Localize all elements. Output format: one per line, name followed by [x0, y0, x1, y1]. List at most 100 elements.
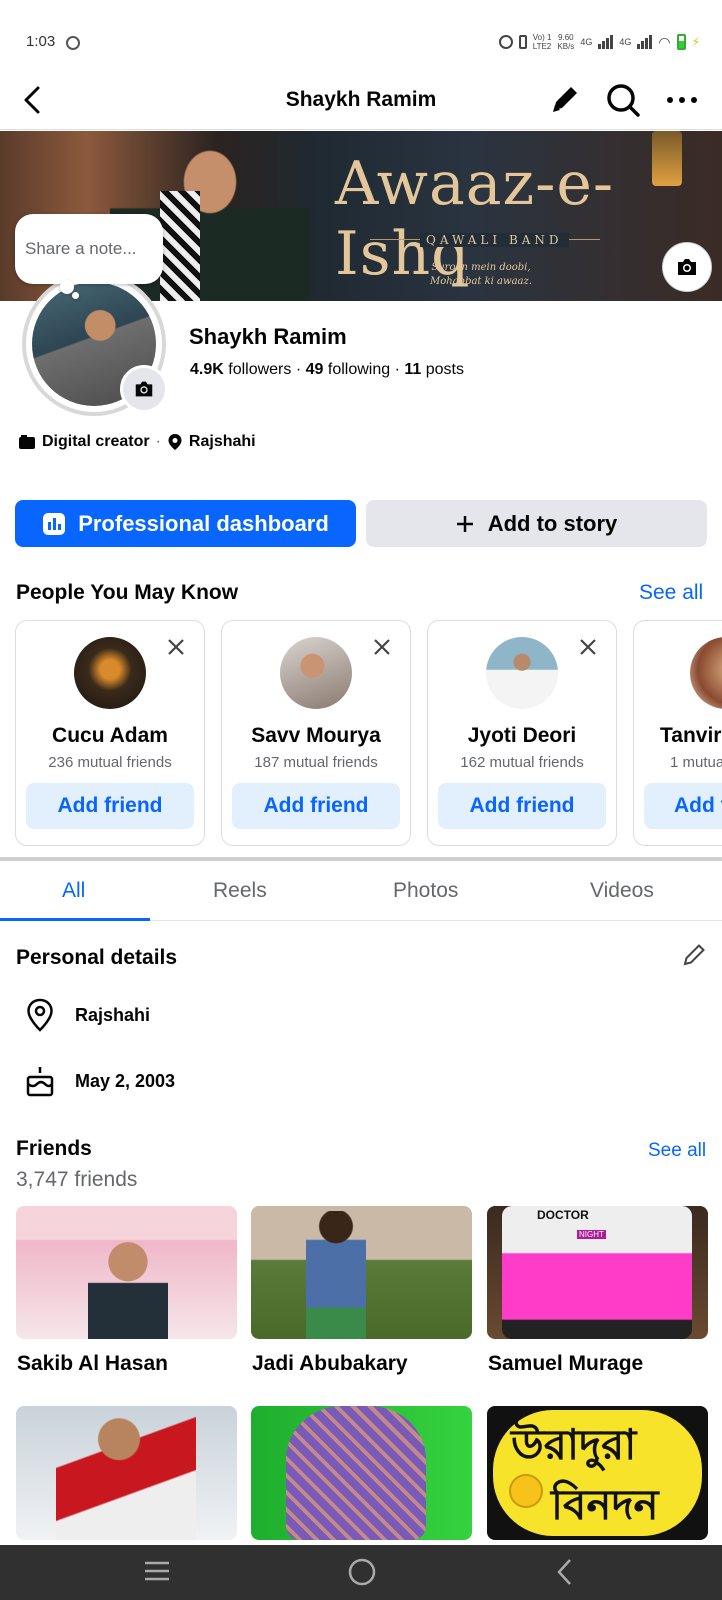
friend-person-image [286, 1406, 426, 1540]
pymk-title: People You May Know [16, 581, 239, 604]
person-photo [280, 637, 352, 709]
cover-scarf-image [160, 191, 200, 301]
status-time: 1:03 [26, 33, 56, 50]
friend-photo[interactable]: DOCTOR NIGHT [487, 1206, 708, 1339]
dismiss-icon[interactable] [166, 637, 186, 657]
person-photo [690, 637, 722, 709]
speed-unit: KB/s [557, 42, 575, 51]
tab-videos[interactable]: Videos [590, 879, 654, 903]
mutual-friends: 187 mutual friends [254, 754, 378, 771]
person-name: Cucu Adam [52, 724, 168, 747]
profile-name: Shaykh Ramim [189, 324, 347, 349]
more-options-button[interactable] [662, 80, 702, 120]
vibrate-icon [518, 35, 527, 49]
friend-person-image [306, 1211, 366, 1339]
add-friend-button[interactable]: Add friend [232, 783, 400, 829]
cover-band-text: QAWALI BAND [420, 233, 569, 247]
friend-photo[interactable] [251, 1206, 472, 1339]
friend-vehicle-image [502, 1206, 692, 1339]
friend-name[interactable]: Sakib Al Hasan [17, 1352, 168, 1376]
pencil-icon [553, 87, 577, 112]
add-to-story-button[interactable]: Add to story [366, 500, 707, 547]
person-name: Jyoti Deori [467, 724, 577, 747]
friend-photo[interactable] [16, 1206, 237, 1339]
friends-count: 3,747 friends [16, 1168, 138, 1191]
add-friend-button[interactable]: Add friend [644, 783, 722, 829]
following-label[interactable]: following [328, 361, 390, 378]
followers-count[interactable]: 4.9K [190, 361, 224, 378]
meta-separator: · [155, 433, 161, 450]
location-pin-icon [168, 434, 182, 450]
recent-apps-button[interactable] [143, 1557, 171, 1590]
edit-details-button[interactable] [680, 941, 708, 969]
camera-icon [678, 259, 696, 275]
search-icon [607, 84, 640, 117]
professional-dashboard-button[interactable]: Professional dashboard [15, 500, 356, 547]
detail-birthday: May 2, 2003 [25, 1065, 175, 1097]
status-icons: Vo) 1 LTE2 9.60 KB/s 4G 4G ◠ ⚡ [498, 33, 700, 51]
note-bubble-tail [60, 280, 74, 294]
friend-person-image [56, 1414, 196, 1540]
signal-2-icon [637, 35, 653, 49]
profile-camera-button[interactable] [120, 365, 168, 413]
cover-camera-button[interactable] [662, 242, 712, 292]
bengali-text-2: বিনদন [551, 1480, 659, 1529]
speed-readout: 9.60 KB/s [557, 33, 574, 51]
pymk-card[interactable]: Jyoti Deori 162 mutual friends Add frien… [427, 620, 617, 846]
friend-person-image [88, 1236, 168, 1339]
home-button[interactable] [347, 1557, 377, 1592]
pymk-carousel[interactable]: Cucu Adam 236 mutual friends Add friend … [15, 620, 722, 846]
pencil-outline-icon [683, 944, 705, 966]
edit-button[interactable] [544, 80, 584, 120]
add-friend-button[interactable]: Add friend [26, 783, 194, 829]
note-placeholder: Share a note... [25, 239, 137, 258]
menu-lines-icon [145, 1561, 169, 1581]
friend-name[interactable]: Samuel Murage [488, 1352, 643, 1376]
share-note-bubble[interactable]: Share a note... [15, 214, 163, 284]
stats-separator: · [295, 361, 302, 378]
friends-see-all-link[interactable]: See all [648, 1140, 706, 1162]
active-tab-indicator [0, 918, 150, 921]
doctor-label: DOCTOR [537, 1208, 589, 1222]
alarm-icon [498, 35, 513, 49]
pymk-card[interactable]: Cucu Adam 236 mutual friends Add friend [15, 620, 205, 846]
tab-photos[interactable]: Photos [393, 879, 458, 903]
tab-reels[interactable]: Reels [213, 879, 267, 903]
back-chevron-icon [557, 1559, 571, 1585]
add-friend-button[interactable]: Add friend [438, 783, 606, 829]
plus-icon [456, 515, 473, 532]
mutual-friends: 236 mutual friends [48, 754, 172, 771]
location-outline-icon [27, 998, 53, 1032]
dismiss-icon[interactable] [372, 637, 392, 657]
charging-icon: ⚡ [691, 35, 700, 49]
night-label: NIGHT [577, 1230, 606, 1239]
system-back-button[interactable] [553, 1557, 577, 1592]
notification-icon [66, 36, 80, 50]
search-button[interactable] [603, 80, 643, 120]
camera-icon [135, 381, 153, 397]
app-bar: Shaykh Ramim [0, 70, 722, 130]
personal-details-title: Personal details [16, 946, 178, 969]
followers-label[interactable]: followers [228, 361, 291, 378]
cover-tagline-2: Mohabbat ki awaaz. [430, 276, 532, 287]
status-bar: 1:03 Vo) 1 LTE2 9.60 KB/s 4G 4G ◠ ⚡ [0, 0, 722, 80]
story-label: Add to story [487, 510, 618, 536]
friend-photo[interactable]: উরাদুরা বিনদন [487, 1406, 708, 1540]
profile-meta: Digital creator · Rajshahi [18, 433, 256, 451]
friend-name[interactable]: Jadi Abubakary [252, 1352, 408, 1376]
pymk-card[interactable]: Savv Mourya 187 mutual friends Add frien… [221, 620, 411, 846]
laughing-emoji-icon [509, 1474, 543, 1508]
dismiss-icon[interactable] [578, 637, 598, 657]
profile-location: Rajshahi [188, 433, 256, 450]
pymk-card[interactable]: Tanvir 1 mutual friend Add friend [633, 620, 722, 846]
net-label-2: 4G [619, 37, 632, 47]
mutual-friends: 1 mutual friend [670, 754, 722, 771]
pymk-see-all-link[interactable]: See all [639, 581, 703, 605]
friends-title: Friends [16, 1137, 92, 1160]
friend-photo[interactable] [251, 1406, 472, 1540]
dashboard-label: Professional dashboard [78, 510, 329, 536]
friend-photo[interactable] [16, 1406, 237, 1540]
tab-all[interactable]: All [62, 879, 85, 903]
following-count[interactable]: 49 [306, 361, 324, 378]
detail-location-text: Rajshahi [75, 1004, 151, 1025]
